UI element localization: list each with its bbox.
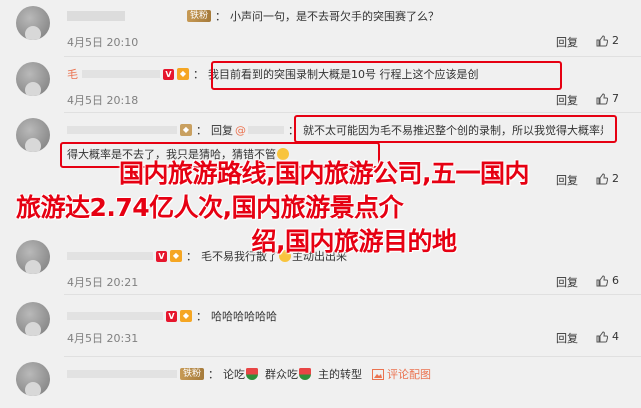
thumbs-up-icon xyxy=(596,92,608,104)
username[interactable]: 毛 xyxy=(67,66,78,82)
thumbs-up-icon xyxy=(596,274,608,286)
comment-text: 论吃 xyxy=(223,368,246,381)
reply-button[interactable]: 回复 xyxy=(556,330,578,346)
overlay-title: 国内旅游路线,国内旅游公司,五一国内 旅游达2.74亿人次,国内旅游景点介 绍,… xyxy=(14,157,634,259)
fan-badge: 铁粉 xyxy=(180,368,205,380)
like-button[interactable]: 7 xyxy=(596,92,619,105)
divider xyxy=(64,294,641,295)
watermelon-emoji-icon xyxy=(246,368,259,380)
divider xyxy=(64,112,641,113)
fan-badge: 铁粉 xyxy=(187,10,212,22)
avatar[interactable] xyxy=(16,302,50,336)
comment-text: 哈哈哈哈哈哈 xyxy=(211,310,277,323)
overlay-line-3: 绍,国内旅游目的地 xyxy=(251,227,458,256)
divider xyxy=(64,356,641,357)
member-icon: ◆ xyxy=(177,68,189,80)
reply-mention[interactable]: @ xyxy=(235,124,246,137)
verified-badge: V xyxy=(163,68,174,80)
overlay-line-2: 旅游达2.74亿人次,国内旅游景点介 xyxy=(16,193,404,222)
comment-text-tail: 主的转型 xyxy=(318,368,363,381)
like-count: 6 xyxy=(612,274,619,287)
thumbs-up-icon xyxy=(596,330,608,342)
like-button[interactable]: 2 xyxy=(596,34,619,47)
divider xyxy=(64,56,641,57)
image-icon xyxy=(372,368,385,380)
reply-prefix: 回复 xyxy=(211,124,233,137)
reply-button[interactable]: 回复 xyxy=(556,34,578,50)
reply-button[interactable]: 回复 xyxy=(556,92,578,108)
watermelon-emoji-icon xyxy=(299,368,312,380)
highlight-box xyxy=(211,61,562,90)
comment-date: 4月5日 20:10 xyxy=(67,36,139,49)
verified-badge: V xyxy=(166,310,177,322)
avatar[interactable] xyxy=(16,118,50,152)
avatar[interactable] xyxy=(16,362,50,396)
comment-date: 4月5日 20:21 xyxy=(67,276,139,289)
comment-text-mid: 群众吃 xyxy=(265,368,299,381)
comment-text: 小声问一句，是不去哥欠手的突围赛了么？ xyxy=(230,10,440,23)
comment-date: 4月5日 20:31 xyxy=(67,332,139,345)
member-icon: ◆ xyxy=(180,124,192,136)
comment-date: 4月5日 20:18 xyxy=(67,94,139,107)
member-icon: ◆ xyxy=(180,310,192,322)
username[interactable] xyxy=(67,11,125,21)
like-count: 4 xyxy=(612,330,619,343)
like-count: 7 xyxy=(612,92,619,105)
overlay-line-1: 国内旅游路线,国内旅游公司,五一国内 xyxy=(119,159,530,188)
avatar[interactable] xyxy=(16,6,50,40)
reply-button[interactable]: 回复 xyxy=(556,274,578,290)
like-button[interactable]: 4 xyxy=(596,330,619,343)
like-button[interactable]: 6 xyxy=(596,274,619,287)
view-image-link[interactable]: 评论配图 xyxy=(372,366,431,382)
highlight-box xyxy=(294,115,617,143)
thumbs-up-icon xyxy=(596,34,608,46)
like-count: 2 xyxy=(612,34,619,47)
avatar[interactable] xyxy=(16,62,50,96)
